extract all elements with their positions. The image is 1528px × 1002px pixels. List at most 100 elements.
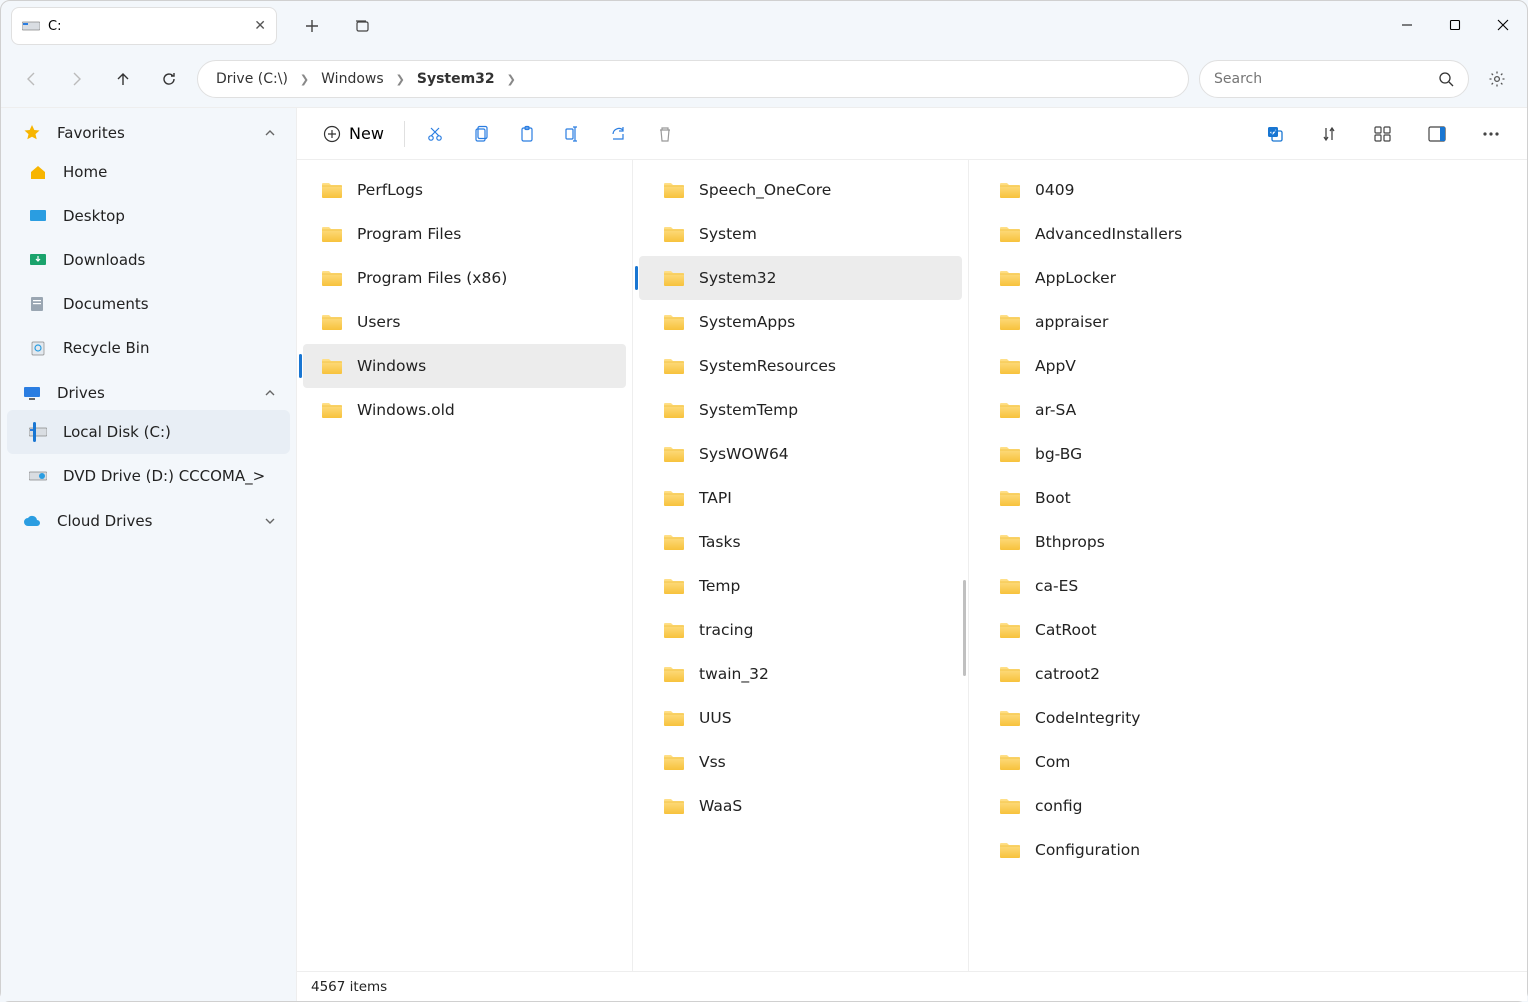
delete-button[interactable] bbox=[645, 116, 685, 152]
folder-row[interactable]: Speech_OneCore bbox=[639, 168, 962, 212]
folder-row[interactable]: config bbox=[975, 784, 1521, 828]
folder-label: tracing bbox=[699, 621, 753, 639]
folder-label: Bthprops bbox=[1035, 533, 1105, 551]
cloud-icon bbox=[21, 514, 43, 528]
folder-row[interactable]: SystemResources bbox=[639, 344, 962, 388]
sidebar-favorites-header[interactable]: Favorites bbox=[1, 116, 296, 150]
forward-button[interactable] bbox=[59, 61, 95, 97]
folder-row[interactable]: appraiser bbox=[975, 300, 1521, 344]
sidebar-item-home[interactable]: Home bbox=[7, 150, 290, 194]
folder-icon bbox=[663, 489, 685, 507]
folder-row[interactable]: WaaS bbox=[639, 784, 962, 828]
folder-row[interactable]: ar-SA bbox=[975, 388, 1521, 432]
crumb-2[interactable]: System32 bbox=[413, 71, 499, 87]
crumb-1[interactable]: Windows bbox=[317, 71, 388, 87]
chevron-up-icon bbox=[264, 387, 276, 399]
scrollbar[interactable] bbox=[963, 580, 966, 676]
refresh-button[interactable] bbox=[151, 61, 187, 97]
folder-row[interactable]: UUS bbox=[639, 696, 962, 740]
settings-button[interactable] bbox=[1479, 61, 1515, 97]
folder-row[interactable]: System bbox=[639, 212, 962, 256]
folder-row[interactable]: Vss bbox=[639, 740, 962, 784]
maximize-button[interactable] bbox=[1431, 7, 1479, 43]
folder-row[interactable]: twain_32 bbox=[639, 652, 962, 696]
folder-row[interactable]: CodeIntegrity bbox=[975, 696, 1521, 740]
close-button[interactable] bbox=[1479, 7, 1527, 43]
search-icon[interactable] bbox=[1438, 71, 1454, 87]
preview-button[interactable] bbox=[1417, 116, 1457, 152]
paste-button[interactable] bbox=[507, 116, 547, 152]
folder-row[interactable]: Users bbox=[303, 300, 626, 344]
folder-row[interactable]: PerfLogs bbox=[303, 168, 626, 212]
sidebar-item-desktop[interactable]: Desktop bbox=[7, 194, 290, 238]
sidebar-cloud-header[interactable]: Cloud Drives bbox=[1, 504, 296, 538]
folder-row[interactable]: Configuration bbox=[975, 828, 1521, 872]
folder-icon bbox=[663, 445, 685, 463]
tab[interactable]: C: ✕ bbox=[11, 7, 277, 45]
folder-row[interactable]: Temp bbox=[639, 564, 962, 608]
folder-row[interactable]: catroot2 bbox=[975, 652, 1521, 696]
sidebar-item-dvd-drive[interactable]: DVD Drive (D:) CCCOMA_> bbox=[7, 454, 290, 498]
new-button[interactable]: New bbox=[313, 120, 394, 147]
cut-button[interactable] bbox=[415, 116, 455, 152]
sidebar-item-local-disk[interactable]: Local Disk (C:) bbox=[7, 410, 290, 454]
folder-row[interactable]: AppV bbox=[975, 344, 1521, 388]
folder-icon bbox=[999, 489, 1021, 507]
search-box[interactable] bbox=[1199, 60, 1469, 98]
status-text: 4567 items bbox=[311, 979, 387, 995]
tab-overview-button[interactable] bbox=[347, 11, 377, 41]
folder-row[interactable]: Com bbox=[975, 740, 1521, 784]
tab-close-icon[interactable]: ✕ bbox=[254, 18, 266, 34]
more-button[interactable] bbox=[1471, 116, 1511, 152]
folder-row[interactable]: Windows.old bbox=[303, 388, 626, 432]
monitor-icon bbox=[21, 385, 43, 401]
select-all-button[interactable] bbox=[1255, 116, 1295, 152]
sidebar-drives-header[interactable]: Drives bbox=[1, 376, 296, 410]
folder-label: SystemApps bbox=[699, 313, 795, 331]
folder-icon bbox=[663, 313, 685, 331]
new-tab-button[interactable] bbox=[297, 11, 327, 41]
crumb-0[interactable]: Drive (C:\) bbox=[212, 71, 292, 87]
folder-row[interactable]: SystemApps bbox=[639, 300, 962, 344]
sidebar-item-downloads[interactable]: Downloads bbox=[7, 238, 290, 282]
folder-icon bbox=[663, 225, 685, 243]
sort-button[interactable] bbox=[1309, 116, 1349, 152]
folder-row[interactable]: AdvancedInstallers bbox=[975, 212, 1521, 256]
share-button[interactable] bbox=[599, 116, 639, 152]
sidebar-item-recycle-bin[interactable]: Recycle Bin bbox=[7, 326, 290, 370]
folder-row[interactable]: 0409 bbox=[975, 168, 1521, 212]
folder-icon bbox=[663, 401, 685, 419]
sidebar-item-documents[interactable]: Documents bbox=[7, 282, 290, 326]
folder-row[interactable]: tracing bbox=[639, 608, 962, 652]
breadcrumb[interactable]: Drive (C:\) ❯ Windows ❯ System32 ❯ bbox=[197, 60, 1189, 98]
chevron-up-icon bbox=[264, 127, 276, 139]
folder-row[interactable]: Boot bbox=[975, 476, 1521, 520]
back-button[interactable] bbox=[13, 61, 49, 97]
folder-row[interactable]: Bthprops bbox=[975, 520, 1521, 564]
tab-extras bbox=[297, 7, 377, 45]
folder-row[interactable]: AppLocker bbox=[975, 256, 1521, 300]
folder-row[interactable]: bg-BG bbox=[975, 432, 1521, 476]
folder-row[interactable]: System32 bbox=[639, 256, 962, 300]
folder-label: Windows.old bbox=[357, 401, 455, 419]
copy-button[interactable] bbox=[461, 116, 501, 152]
folder-row[interactable]: Program Files (x86) bbox=[303, 256, 626, 300]
folder-row[interactable]: SysWOW64 bbox=[639, 432, 962, 476]
rename-button[interactable] bbox=[553, 116, 593, 152]
folder-label: Vss bbox=[699, 753, 726, 771]
folder-row[interactable]: Tasks bbox=[639, 520, 962, 564]
view-button[interactable] bbox=[1363, 116, 1403, 152]
folder-label: Com bbox=[1035, 753, 1070, 771]
up-button[interactable] bbox=[105, 61, 141, 97]
minimize-button[interactable] bbox=[1383, 7, 1431, 43]
folder-label: config bbox=[1035, 797, 1082, 815]
folder-icon bbox=[999, 401, 1021, 419]
folder-row[interactable]: TAPI bbox=[639, 476, 962, 520]
folder-row[interactable]: CatRoot bbox=[975, 608, 1521, 652]
folder-row[interactable]: Windows bbox=[303, 344, 626, 388]
folder-row[interactable]: ca-ES bbox=[975, 564, 1521, 608]
folder-row[interactable]: SystemTemp bbox=[639, 388, 962, 432]
folder-icon bbox=[999, 753, 1021, 771]
search-input[interactable] bbox=[1214, 71, 1438, 87]
folder-row[interactable]: Program Files bbox=[303, 212, 626, 256]
